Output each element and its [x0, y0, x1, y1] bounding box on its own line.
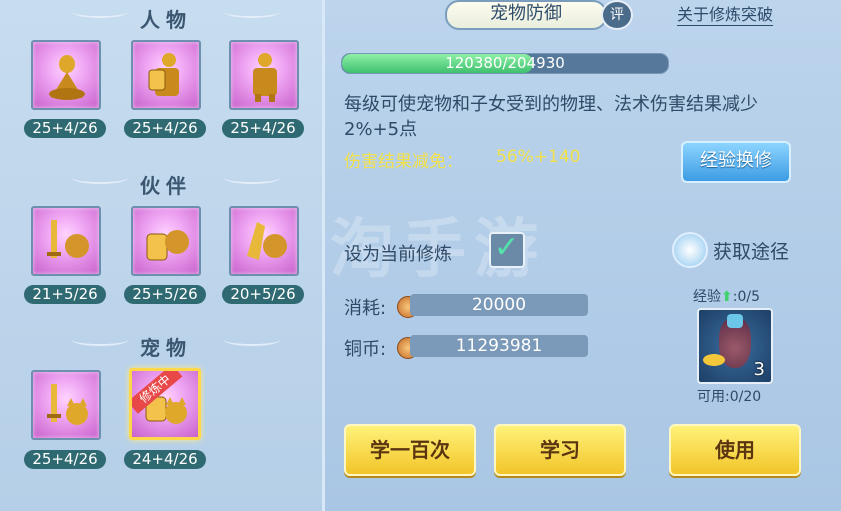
- exp-progress: :0/5: [732, 289, 760, 305]
- set-current-checkbox[interactable]: ✓: [489, 230, 525, 268]
- sword-cat-icon: [47, 384, 88, 425]
- set-current-label: 设为当前修炼: [344, 244, 452, 265]
- golden-armor-icon: [253, 53, 277, 102]
- golden-shield-warrior-icon: [148, 53, 179, 96]
- obtain-method-link[interactable]: 获取途径: [713, 237, 789, 264]
- exp-label: 经验⬆:0/5: [693, 286, 760, 306]
- section-title-character: 人物: [140, 8, 192, 32]
- ornament-swirl: [224, 6, 280, 18]
- book-icon[interactable]: [672, 232, 708, 268]
- skill-level-label: 25+4/26: [24, 119, 106, 138]
- coins-label: 铜币:: [344, 339, 387, 360]
- shield-tiger-icon: [146, 230, 189, 261]
- learn-hundred-button[interactable]: 学一百次: [344, 424, 476, 476]
- skill-description: 每级可使宠物和子女受到的物理、法术伤害结果减少2%+5点: [344, 94, 758, 140]
- skill-level-label: 25+4/26: [124, 119, 206, 138]
- ornament-swirl: [224, 334, 280, 346]
- effect-value: 56%+140: [496, 147, 581, 167]
- ornament-swirl: [72, 334, 128, 346]
- golden-figure-icon: [49, 55, 85, 100]
- skill-slot-character-shield[interactable]: [131, 40, 201, 110]
- cost-value: 20000: [410, 294, 588, 316]
- rating-button[interactable]: 评: [601, 0, 633, 30]
- sword-tiger-icon: [47, 220, 89, 258]
- skill-level-label: 21+5/26: [24, 285, 106, 304]
- gauntlet-tiger-icon: [247, 222, 287, 260]
- skill-slot-pet-defense[interactable]: 修炼中: [129, 368, 201, 440]
- up-arrow-icon: ⬆: [721, 289, 733, 305]
- exp-text: 经验: [693, 289, 721, 305]
- about-breakthrough-link[interactable]: 关于修炼突破: [677, 1, 774, 26]
- skill-slot-partner-sword[interactable]: [31, 206, 101, 276]
- use-button[interactable]: 使用: [669, 424, 801, 476]
- exp-item-slot[interactable]: 3: [697, 308, 773, 384]
- skill-level-label: 25+4/26: [222, 119, 304, 138]
- effect-label: 伤害结果减免：: [344, 152, 463, 172]
- skill-slot-partner-shield[interactable]: [131, 206, 201, 276]
- coins-value: 11293981: [410, 335, 588, 357]
- cost-label: 消耗:: [344, 298, 387, 319]
- section-title-pet: 宠物: [140, 336, 192, 360]
- ornament-swirl: [72, 6, 128, 18]
- skill-level-label: 20+5/26: [222, 285, 304, 304]
- skill-slot-partner-gauntlet[interactable]: [229, 206, 299, 276]
- cultivation-progress-bar: 120380/204930: [341, 53, 669, 74]
- vase-neck: [727, 314, 743, 328]
- skill-slot-character-meditation[interactable]: [31, 40, 101, 110]
- learn-button[interactable]: 学习: [494, 424, 626, 476]
- current-skill-title: 宠物防御: [445, 0, 607, 30]
- item-count: 3: [753, 359, 765, 380]
- section-title-partner: 伙伴: [140, 174, 192, 198]
- exp-exchange-button[interactable]: 经验换修: [681, 141, 791, 183]
- ornament-swirl: [224, 172, 280, 184]
- gold-ingot-icon: [703, 354, 725, 366]
- skill-level-label: 25+4/26: [24, 450, 106, 469]
- progress-text: 120380/204930: [445, 54, 565, 72]
- check-icon: ✓: [494, 230, 520, 265]
- skill-slot-pet-attack[interactable]: [31, 370, 101, 440]
- skill-level-label: 25+5/26: [124, 285, 206, 304]
- available-count: 可用:0/20: [697, 389, 762, 405]
- skill-level-label: 24+4/26: [124, 450, 206, 469]
- skill-slot-character-armor[interactable]: [229, 40, 299, 110]
- ornament-swirl: [72, 172, 128, 184]
